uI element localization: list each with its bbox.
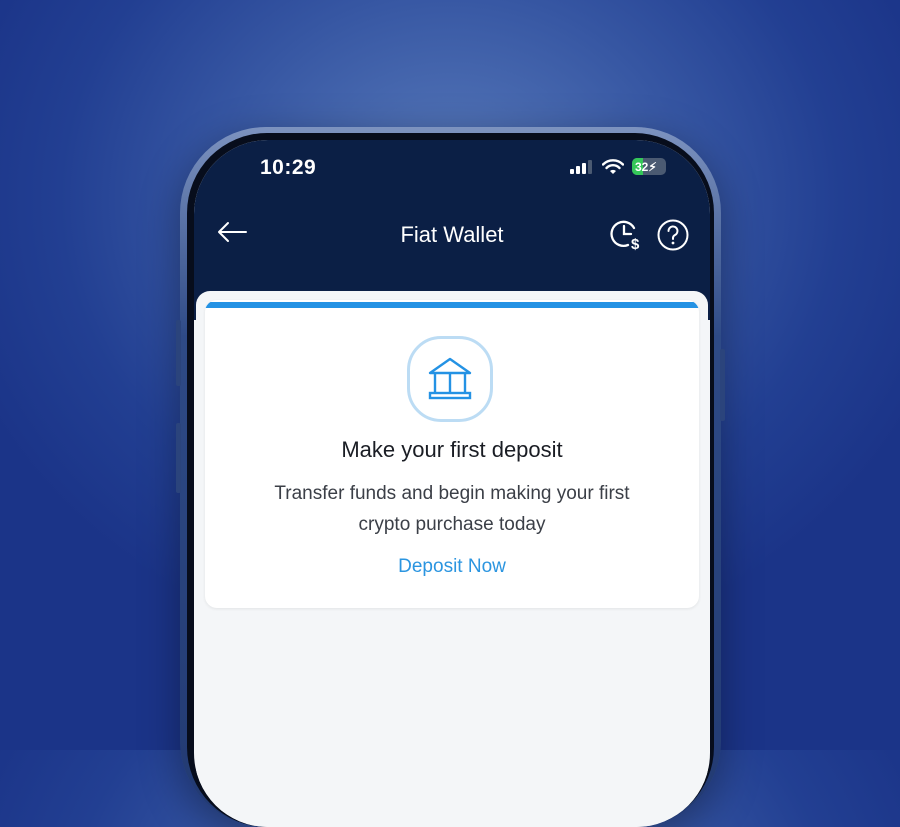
clock-dollar-icon: $ [610, 220, 640, 253]
card-description-line: crypto purchase today [358, 514, 546, 535]
help-button[interactable] [656, 218, 690, 257]
transaction-history-button[interactable]: $ [610, 218, 644, 257]
content-sheet: Make your first deposit Transfer funds a… [196, 291, 708, 827]
svg-text:$: $ [631, 236, 640, 252]
status-bar: 10:29 32⚡︎ [194, 154, 710, 182]
battery-indicator: 32⚡︎ [632, 158, 666, 175]
status-time: 10:29 [260, 156, 317, 179]
card-description: Transfer funds and begin making your fir… [205, 478, 699, 540]
volume-down-button [176, 423, 181, 493]
volume-up-button [176, 320, 181, 386]
phone-frame: 10:29 32⚡︎ Fiat Wallet $ Make your first… [176, 127, 725, 827]
bank-icon-container [407, 336, 493, 422]
question-circle-icon [657, 219, 689, 251]
card-accent-bar [205, 302, 699, 308]
battery-level: 32 [635, 160, 649, 174]
card-title: Make your first deposit [341, 437, 563, 462]
deposit-now-link[interactable]: Deposit Now [205, 556, 699, 578]
wifi-icon [602, 158, 624, 174]
side-button [720, 349, 725, 421]
card-description-line: Transfer funds and begin making your fir… [274, 483, 630, 504]
bank-icon [428, 357, 472, 400]
screen: 10:29 32⚡︎ Fiat Wallet $ Make your first… [194, 140, 710, 827]
signal-icon [570, 159, 592, 174]
nav-bar: Fiat Wallet $ [194, 210, 710, 260]
first-deposit-card: Make your first deposit Transfer funds a… [205, 300, 699, 608]
